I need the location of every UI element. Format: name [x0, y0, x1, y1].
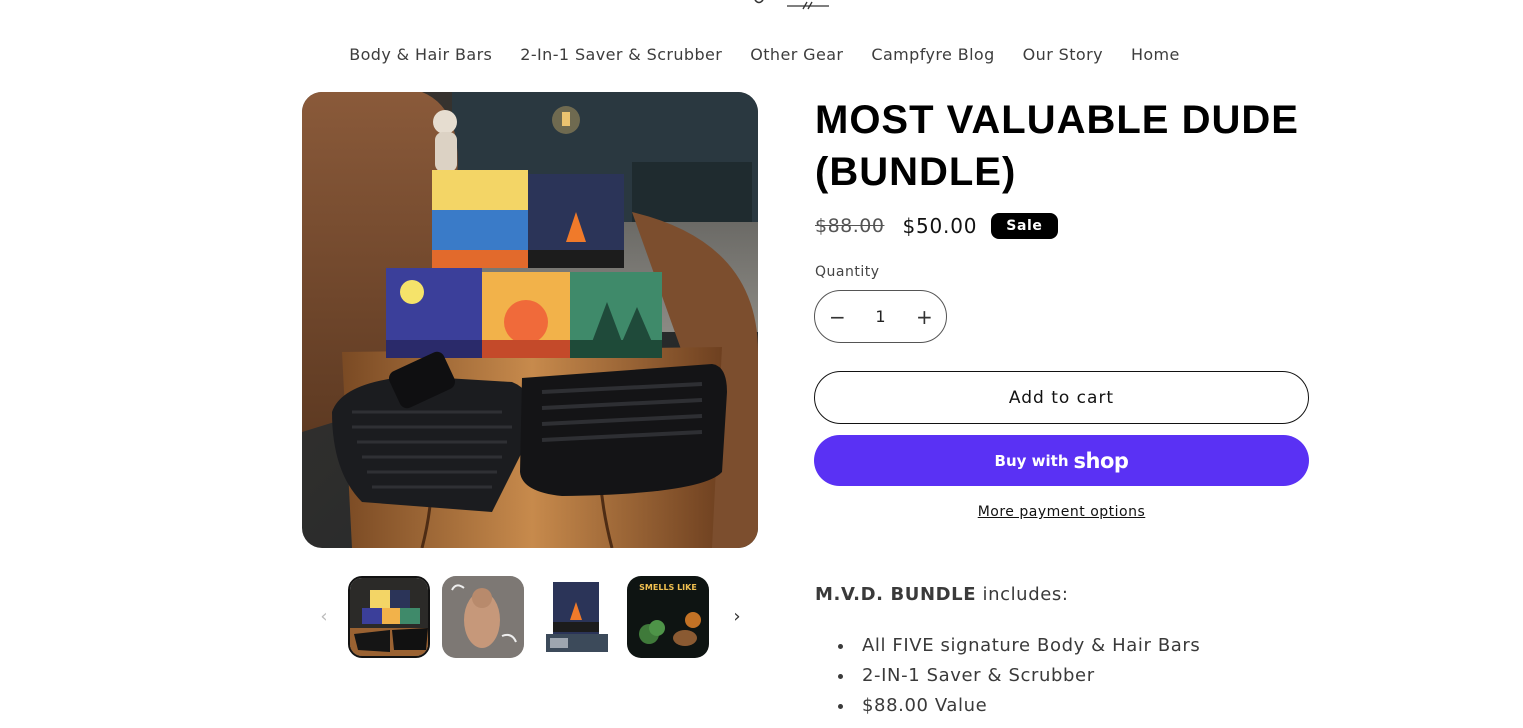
thumbnail-1[interactable]: [348, 576, 430, 658]
list-item: $88.00 Value: [838, 691, 1200, 721]
nav-item-campfyre-blog[interactable]: Campfyre Blog: [871, 45, 994, 64]
quantity-stepper: − 1 +: [814, 290, 947, 343]
add-to-cart-button[interactable]: Add to cart: [814, 371, 1309, 424]
description-intro-text: includes:: [976, 584, 1069, 605]
chevron-right-icon[interactable]: ›: [725, 604, 749, 628]
product-main-image[interactable]: [302, 92, 758, 548]
main-nav: Body & Hair Bars 2-In-1 Saver & Scrubber…: [0, 45, 1523, 64]
increase-quantity-button[interactable]: +: [916, 305, 933, 329]
thumb-caption: SMELLS LIKE: [639, 583, 697, 592]
list-item: 2-IN-1 Saver & Scrubber: [838, 661, 1200, 691]
product-title: MOST VALUABLE DUDE (BUNDLE): [815, 98, 1299, 194]
decrease-quantity-button[interactable]: −: [829, 305, 846, 329]
logo-fragment: [754, 0, 829, 10]
regular-price: $88.00: [815, 215, 885, 237]
description-list: All FIVE signature Body & Hair Bars 2-IN…: [838, 631, 1200, 721]
chevron-left-icon[interactable]: ‹: [312, 604, 336, 628]
sale-price: $50.00: [902, 214, 978, 238]
nav-item-body-hair-bars[interactable]: Body & Hair Bars: [349, 45, 492, 64]
more-payment-options-link[interactable]: More payment options: [814, 504, 1309, 520]
quantity-input[interactable]: 1: [875, 307, 885, 326]
nav-item-other-gear[interactable]: Other Gear: [750, 45, 843, 64]
nav-item-our-story[interactable]: Our Story: [1023, 45, 1103, 64]
thumbnail-2[interactable]: [442, 576, 524, 658]
sale-badge: Sale: [991, 213, 1058, 239]
list-item: All FIVE signature Body & Hair Bars: [838, 631, 1200, 661]
nav-item-saver-scrubber[interactable]: 2-In-1 Saver & Scrubber: [520, 45, 722, 64]
thumbnail-3[interactable]: [536, 576, 618, 658]
price-row: $88.00 $50.00 Sale: [815, 211, 1058, 241]
buy-with-label: Buy with: [994, 451, 1069, 470]
thumbnail-4[interactable]: SMELLS LIKE: [627, 576, 709, 658]
buy-with-shop-button[interactable]: Buy with shop: [814, 435, 1309, 486]
description-intro: M.V.D. BUNDLE includes:: [815, 584, 1069, 605]
nav-item-home[interactable]: Home: [1131, 45, 1180, 64]
bundle-name: M.V.D. BUNDLE: [815, 584, 977, 605]
thumbnail-carousel: ‹ SMELLS LIKE ›: [302, 574, 758, 660]
shop-pay-logo: shop: [1073, 448, 1129, 473]
quantity-label: Quantity: [815, 264, 880, 280]
